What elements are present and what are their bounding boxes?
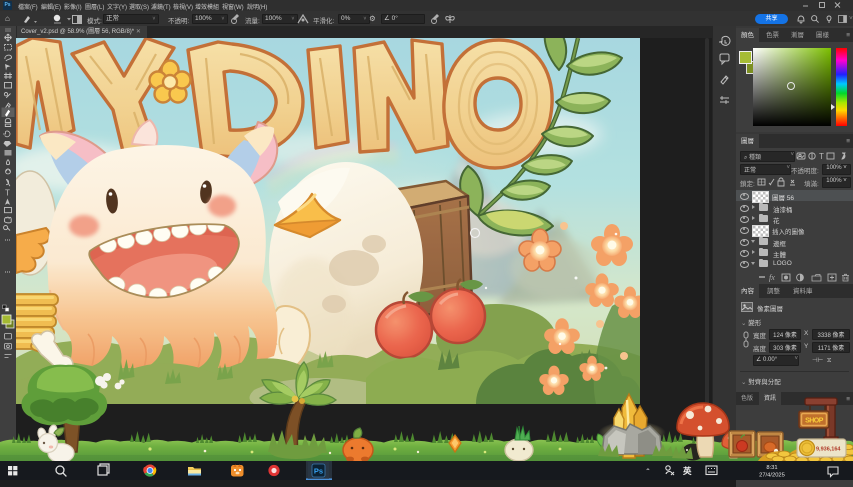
svg-text:8:31: 8:31 xyxy=(766,465,777,471)
svg-text:英: 英 xyxy=(682,466,692,476)
svg-text:SHOP: SHOP xyxy=(805,418,824,425)
svg-text:T: T xyxy=(819,152,824,161)
svg-text:9,936,164: 9,936,164 xyxy=(816,447,841,453)
svg-text:27/4/2025: 27/4/2025 xyxy=(759,473,785,479)
svg-text:Ps: Ps xyxy=(314,467,323,476)
svg-text:fx: fx xyxy=(769,273,775,282)
svg-text:T: T xyxy=(5,189,10,198)
svg-text:⌃: ⌃ xyxy=(645,468,651,476)
